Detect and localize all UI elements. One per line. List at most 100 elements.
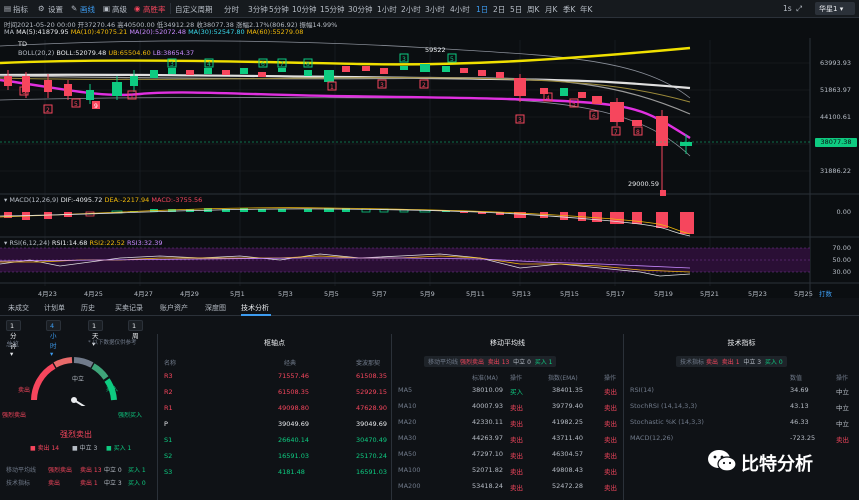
x-tick: 5月17 xyxy=(606,290,625,298)
interval-30m[interactable]: 30分钟 xyxy=(348,4,373,15)
interval-5m[interactable]: 5分钟 xyxy=(269,4,289,15)
macd-dif: DIF:-4095.72 xyxy=(60,196,103,204)
interval-10m[interactable]: 10分钟 xyxy=(292,4,317,15)
svg-text:8: 8 xyxy=(636,129,640,136)
x-tick: 5月7 xyxy=(372,290,387,298)
tab-depth-chart[interactable]: 深度图 xyxy=(205,303,226,313)
toolbar-custom-period[interactable]: 自定义周期 xyxy=(175,4,213,15)
interval-3m[interactable]: 3分钟 xyxy=(248,4,268,15)
tab-technical-analysis[interactable]: 技术分析 xyxy=(241,303,269,313)
tech-row-op: 中立 xyxy=(836,420,849,428)
pivot-row-fib: 52929.15 xyxy=(356,388,388,396)
svg-text:1: 1 xyxy=(330,84,334,91)
ma-summary-verdict: 强烈卖出 xyxy=(459,359,484,366)
interval-5d[interactable]: 5日 xyxy=(510,4,522,15)
chart-toolbar: ▤ 指标 ⚙ 设置 ✎ 画线 ▣ 高级 ◉ 高胜率 自定义周期 分时 3分钟 5… xyxy=(0,0,859,18)
svg-text:5: 5 xyxy=(572,101,576,108)
pivot-row-classic: 61508.35 xyxy=(278,388,310,396)
filter-4h[interactable]: 4小时 ▾ xyxy=(46,320,61,358)
ma-summary-neutral: 中立 0 xyxy=(513,359,531,366)
gauge-label-neutral: 中立 xyxy=(72,376,85,383)
filter-1w[interactable]: 1周 xyxy=(128,320,143,340)
interval-tick[interactable]: 分时 xyxy=(224,4,239,15)
ma-row-standard: 42330.11 xyxy=(472,418,504,426)
bottom-panel: 未成交 计划单 历史 买卖记录 账户资产 深度图 技术分析 1分钟 ▾ 4小时 … xyxy=(0,298,859,500)
interval-2d[interactable]: 2日 xyxy=(493,4,505,15)
tech-row-value: 34.69 xyxy=(790,386,809,394)
macd-collapse-icon[interactable]: ▾ xyxy=(4,196,7,204)
ma-row-ema: 46304.57 xyxy=(552,450,584,458)
draw-icon[interactable]: ✎ xyxy=(71,4,77,13)
interval-3h[interactable]: 3小时 xyxy=(425,4,445,15)
ma-summary-buy: 买入 1 xyxy=(534,359,553,366)
low-annotation: 29000.59 xyxy=(628,180,660,188)
ma-row-name: MA30 xyxy=(398,434,417,442)
ma-row-op1: 卖出 xyxy=(510,452,523,460)
tech-row-name: Stochastic %K (14,3,3) xyxy=(630,418,704,426)
ma5-line xyxy=(0,78,691,140)
filter-1d[interactable]: 1天 ▾ xyxy=(88,320,103,348)
ma-row-ema: 52472.28 xyxy=(552,482,584,490)
tech-summary-label: 技术指标 xyxy=(680,359,705,366)
pivot-row-name: R3 xyxy=(164,372,173,380)
chart-area[interactable]: 2 5 9 6 1 3 4 6 7 8 1 3 3 5 2 3 4 5 6 7 … xyxy=(0,18,859,298)
ma-row-name: MA5 xyxy=(398,386,413,394)
pivot-row-fib: 25170.24 xyxy=(356,452,388,460)
tab-open-orders[interactable]: 未成交 xyxy=(8,303,29,313)
toolbar-indicators[interactable]: 指标 xyxy=(13,4,28,15)
interval-15m[interactable]: 15分钟 xyxy=(320,4,345,15)
ma5-value: MA(5):41879.95 xyxy=(16,28,69,36)
svg-text:2: 2 xyxy=(422,82,426,89)
filter-1m[interactable]: 1分钟 ▾ xyxy=(6,320,21,358)
settings-icon[interactable]: ⚙ xyxy=(38,4,45,13)
y-axis-1: 63993.93 xyxy=(819,59,851,67)
summary-note: * 以下数据仅供参考 xyxy=(88,340,137,346)
ma-row-name: MA20 xyxy=(398,418,417,426)
x-tick: 5月25 xyxy=(794,290,813,298)
summary-row-sell: 卖出 1 xyxy=(80,480,98,487)
pivot-header-classic: 经典 xyxy=(284,360,297,367)
rsi2-value: RSI2:22.52 xyxy=(89,239,125,247)
x-tick: 4月23 xyxy=(38,290,57,298)
x-tick: 4月25 xyxy=(84,290,103,298)
tech-summary-verdict: 卖出 xyxy=(705,359,718,366)
indicator-icon[interactable]: ▤ xyxy=(4,4,11,13)
interval-1h[interactable]: 1小时 xyxy=(377,4,397,15)
kline-chart[interactable]: 2 5 9 6 1 3 4 6 7 8 1 3 3 5 2 3 4 5 6 7 … xyxy=(0,18,859,298)
tab-account-assets[interactable]: 账户资产 xyxy=(160,303,188,313)
rsi1-value: RSI1:14.68 xyxy=(51,239,88,247)
pivot-row-fib: 39049.69 xyxy=(356,420,388,428)
fullscreen-icon[interactable]: ⤢ xyxy=(796,4,802,14)
interval-1d[interactable]: 1日 xyxy=(476,4,488,15)
svg-text:5: 5 xyxy=(450,56,454,63)
interval-month[interactable]: 月K xyxy=(545,4,557,15)
toolbar-drawing[interactable]: 画线 xyxy=(80,4,95,15)
ma-row-op2: 卖出 xyxy=(604,452,617,460)
tab-plan-orders[interactable]: 计划单 xyxy=(44,303,65,313)
toolbar-high-winrate[interactable]: 高胜率 xyxy=(143,4,166,15)
interval-4h[interactable]: 4小时 xyxy=(450,4,470,15)
theme-select[interactable]: 华星1 ▾ xyxy=(815,2,855,15)
pivot-row-fib: 16591.03 xyxy=(356,468,388,476)
high-winrate-icon[interactable]: ◉ xyxy=(134,4,141,13)
tab-trade-records[interactable]: 买卖记录 xyxy=(115,303,143,313)
x-tick: 5月5 xyxy=(324,290,339,298)
interval-quarter[interactable]: 季K xyxy=(563,4,575,15)
tech-row-op: 卖出 xyxy=(836,436,849,444)
ma-label: MA xyxy=(4,28,15,36)
tech-row-value: -723.25 xyxy=(790,434,816,442)
ma-row-standard: 52071.82 xyxy=(472,466,504,474)
ma-row-op2: 卖出 xyxy=(604,420,617,428)
interval-2h[interactable]: 2小时 xyxy=(401,4,421,15)
bottom-tabs: 未成交 计划单 历史 买卖记录 账户资产 深度图 技术分析 xyxy=(0,298,859,316)
rsi-collapse-icon[interactable]: ▾ xyxy=(4,239,7,247)
x-axis-tail[interactable]: 打数 xyxy=(819,288,832,298)
toolbar-advanced[interactable]: 高级 xyxy=(112,4,127,15)
tab-history[interactable]: 历史 xyxy=(81,303,95,313)
interval-year[interactable]: 年K xyxy=(580,4,592,15)
toolbar-settings[interactable]: 设置 xyxy=(48,4,63,15)
ma-row-standard: 38010.09 xyxy=(472,386,504,394)
advanced-icon[interactable]: ▣ xyxy=(103,4,110,13)
rsi-axis-30: 30.00 xyxy=(832,268,851,276)
interval-week[interactable]: 周K xyxy=(527,4,539,15)
